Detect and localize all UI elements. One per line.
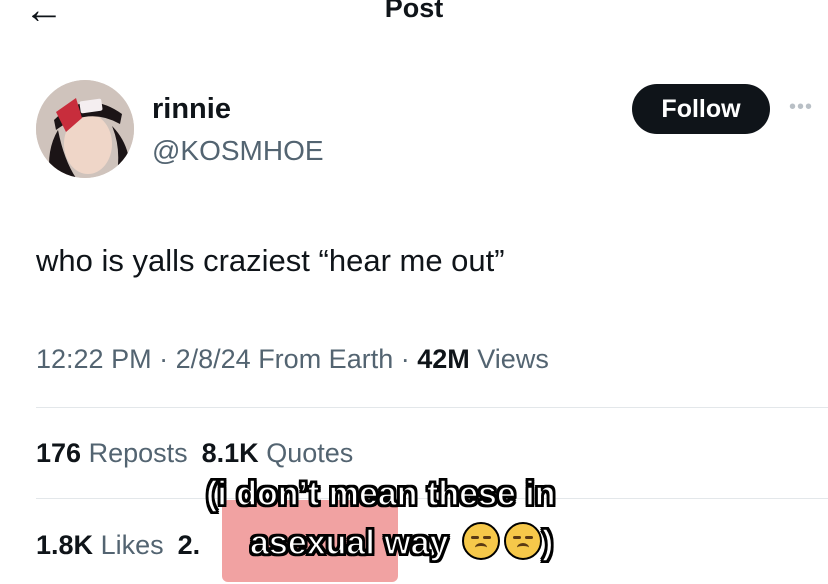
avatar[interactable] — [36, 80, 134, 178]
reposts-stat[interactable]: 176 Reposts — [36, 438, 188, 468]
reposts-count: 176 — [36, 438, 82, 468]
tweet-text: who is yalls craziest “hear me out” — [36, 243, 505, 278]
meta-separator: · — [159, 344, 176, 374]
quotes-count: 8.1K — [201, 438, 259, 468]
engagement-stats: 1.8K Likes 2. — [36, 526, 200, 564]
caption-line-2: asexual way ) — [249, 522, 554, 563]
divider — [36, 407, 828, 408]
caption-line-1: (i don’t mean these in — [205, 474, 556, 514]
user-handle[interactable]: @KOSMHOE — [152, 133, 324, 169]
reposts-label: Reposts — [88, 438, 188, 468]
tweet-date[interactable]: 2/8/24 — [176, 344, 251, 374]
likes-label: Likes — [100, 530, 164, 560]
more-horizontal-icon[interactable]: ••• — [789, 96, 813, 119]
disappointed-face-icon — [503, 522, 542, 560]
display-name[interactable]: rinnie — [152, 91, 231, 127]
quotes-stat[interactable]: 8.1K Quotes — [202, 438, 354, 468]
bookmarks-count[interactable]: 2. — [178, 530, 201, 560]
tweet-time[interactable]: 12:22 PM — [36, 344, 152, 374]
disappointed-face-icon — [461, 522, 500, 560]
tweet-meta: 12:22 PM · 2/8/24 From Earth · 42M Views — [36, 340, 549, 378]
meta-separator: · — [400, 344, 418, 374]
caption-close-paren: ) — [541, 523, 554, 563]
caption-prefix: a — [249, 523, 269, 563]
views-count: 42M — [417, 344, 470, 374]
likes-stat[interactable]: 1.8K Likes — [36, 530, 164, 560]
follow-button[interactable]: Follow — [632, 84, 770, 134]
tweet-source: From Earth — [258, 344, 394, 374]
likes-count: 1.8K — [36, 530, 94, 560]
caption-suffix: way — [374, 523, 449, 563]
engagement-stats: 176 Reposts 8.1K Quotes — [36, 434, 353, 472]
caption-redacted-word: sexual — [268, 523, 375, 563]
views-label: Views — [477, 344, 549, 374]
avatar-image — [36, 80, 134, 178]
quotes-label: Quotes — [266, 438, 354, 468]
page-title: Post — [384, 0, 444, 23]
